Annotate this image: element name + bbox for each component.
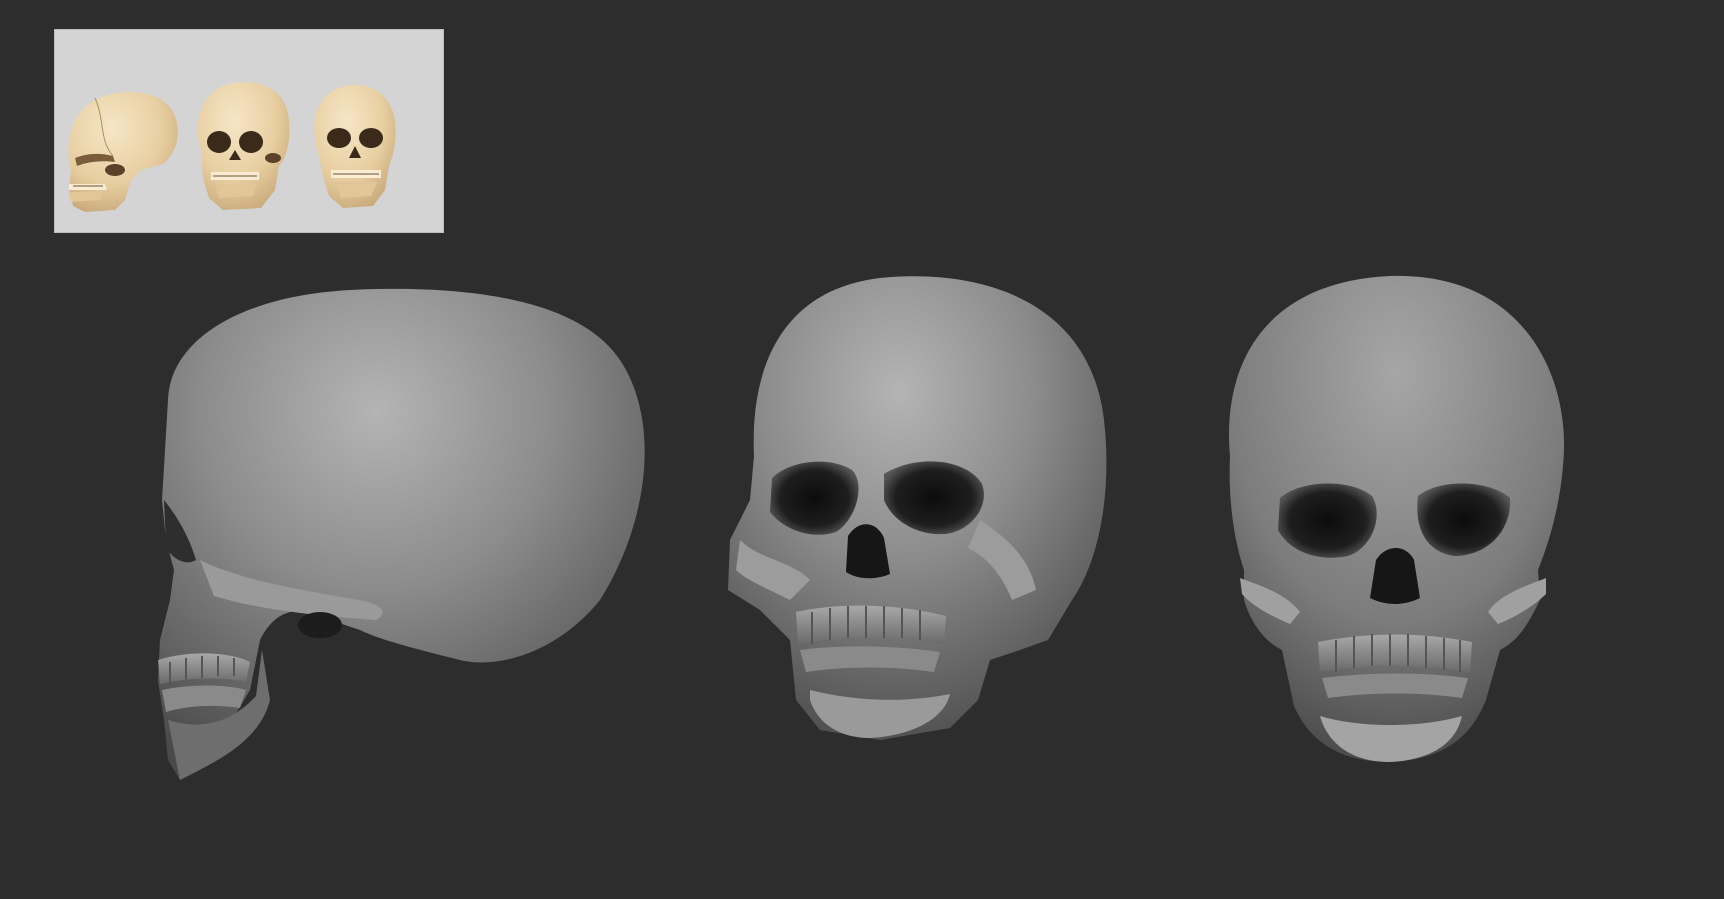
viewport-canvas[interactable] (0, 0, 1724, 899)
sculpt-viewport[interactable] (0, 0, 1724, 899)
sculpt-skull-front[interactable] (1228, 275, 1565, 762)
sculpt-skull-three-quarter[interactable] (728, 276, 1107, 740)
sculpt-skull-side[interactable] (158, 288, 645, 780)
